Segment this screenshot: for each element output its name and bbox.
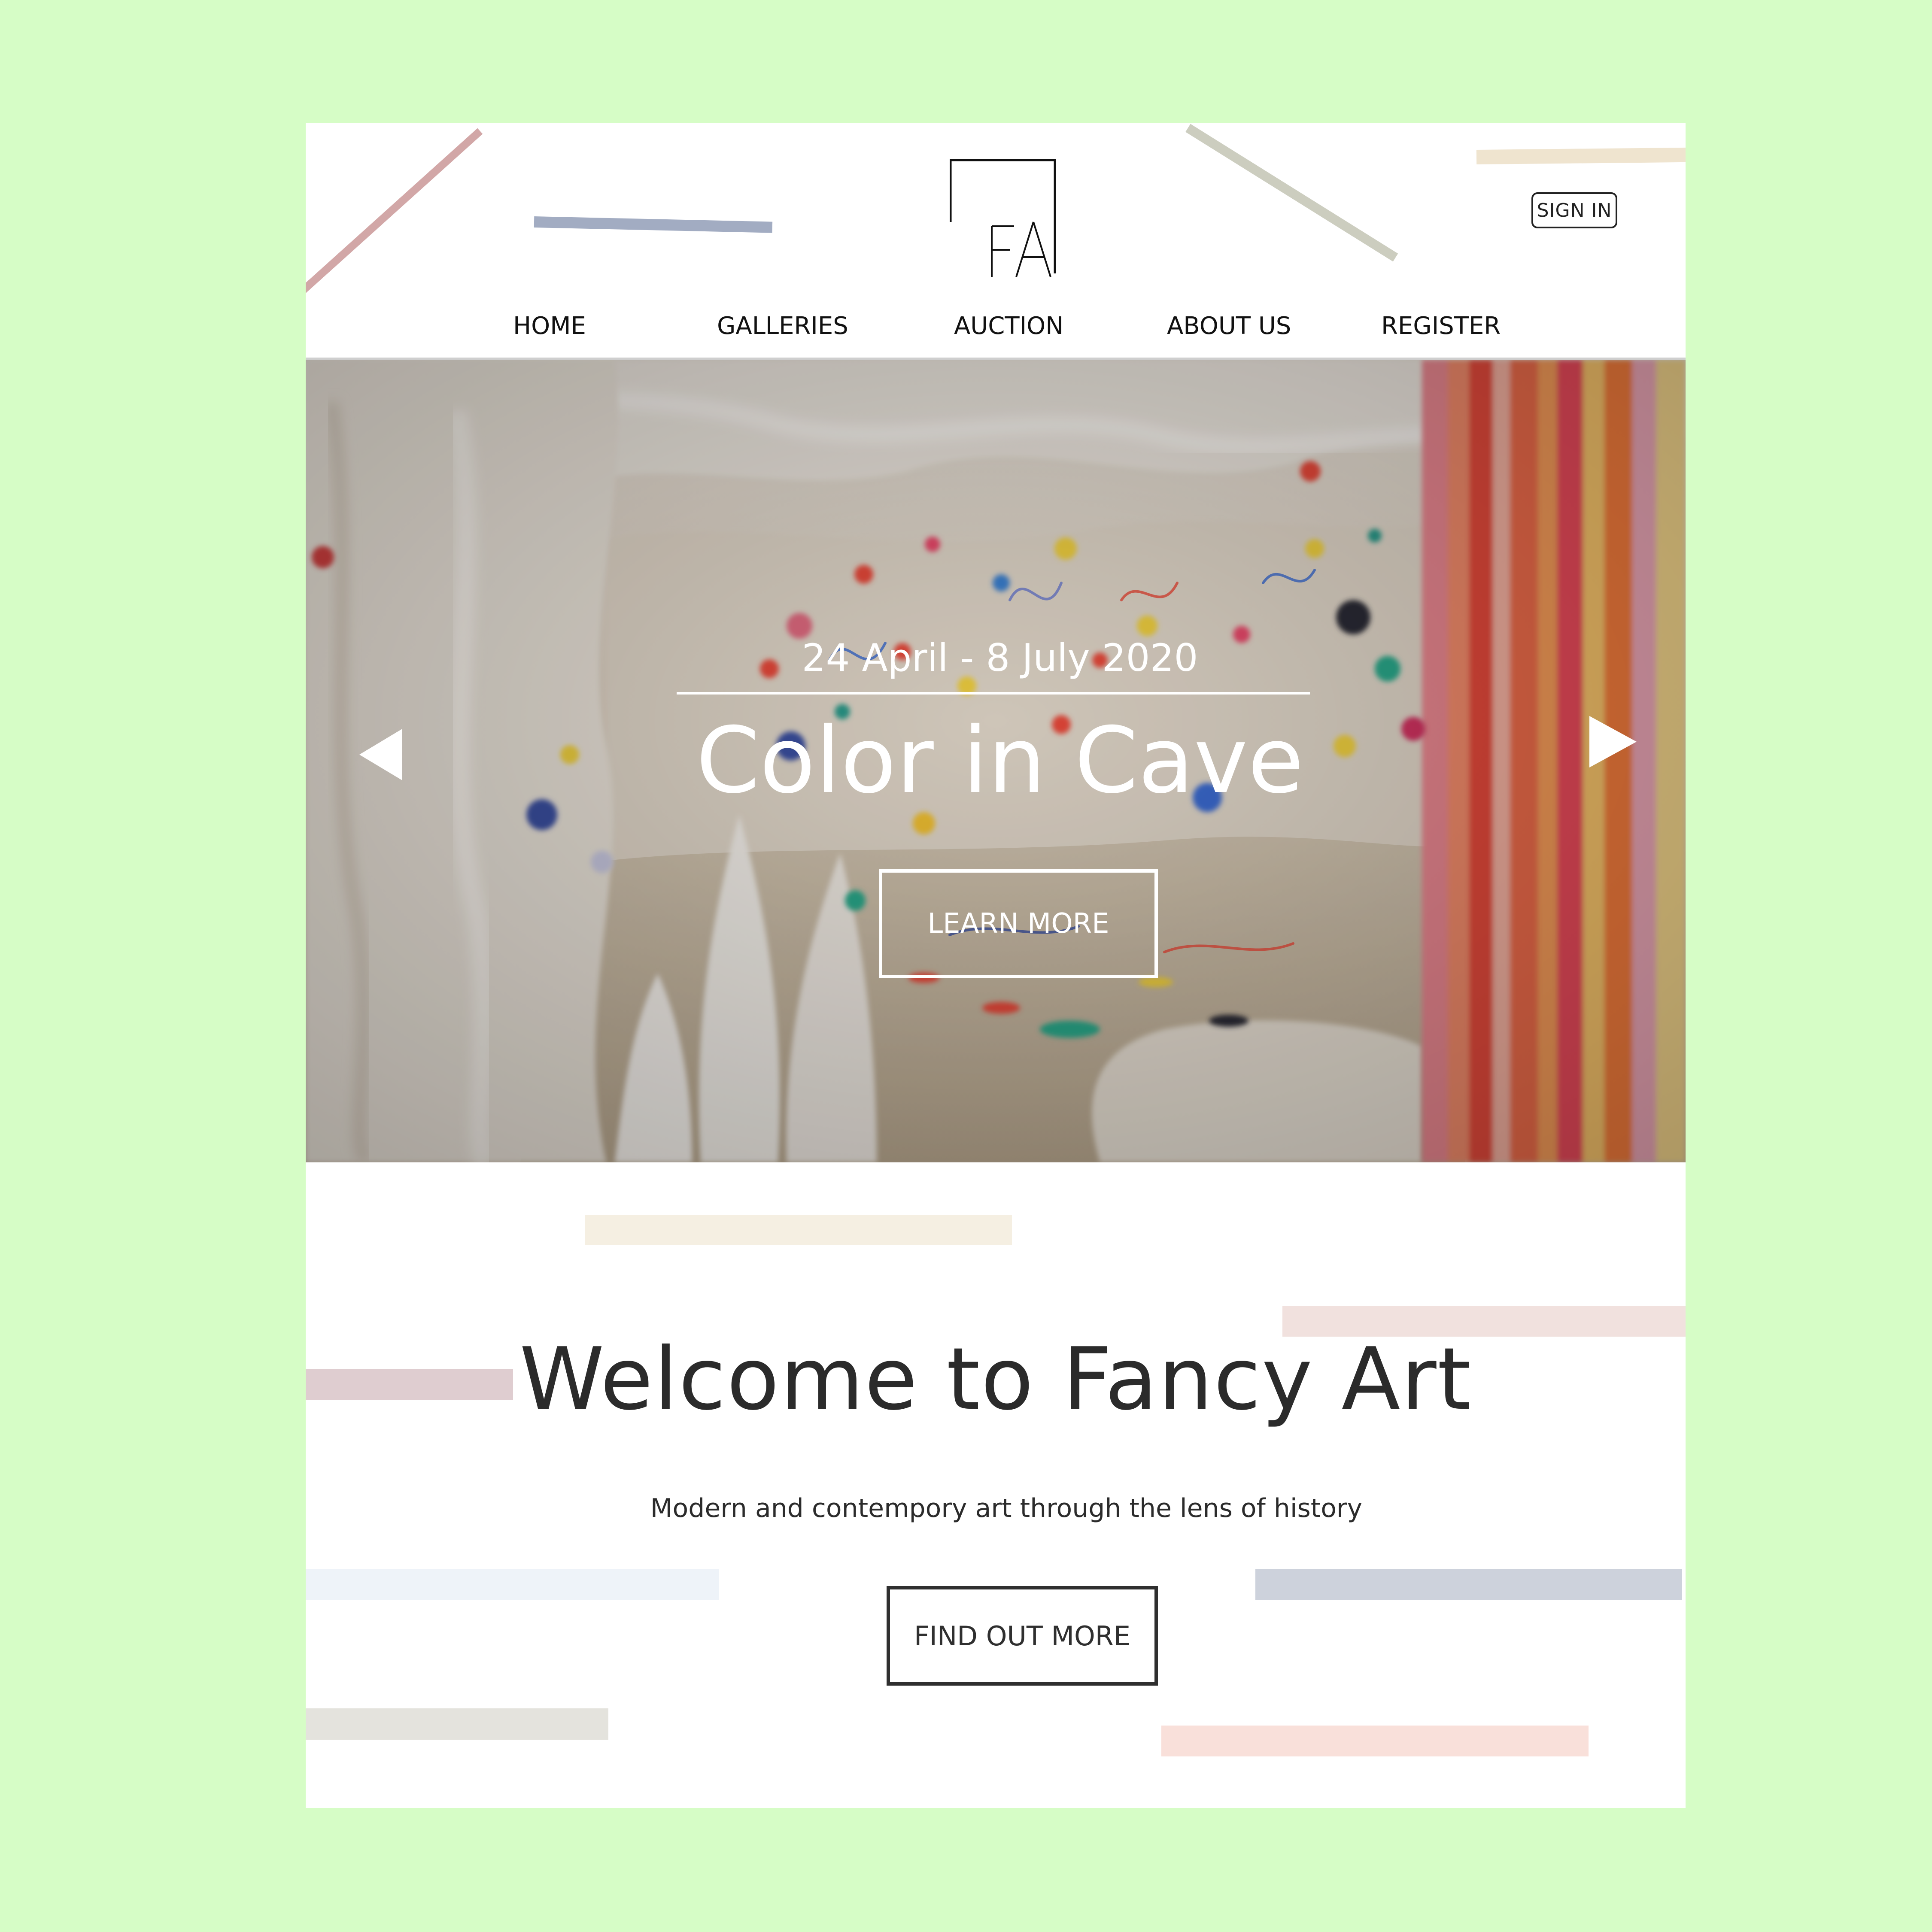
page-card: SIGN IN HOME GALLERIES AUCTION ABOUT US … bbox=[306, 123, 1686, 1808]
decorative-stripe-blue bbox=[534, 216, 773, 233]
nav-item-about-us[interactable]: ABOUT US bbox=[1167, 312, 1291, 346]
caret-right-icon[interactable] bbox=[1589, 716, 1637, 767]
welcome-heading: Welcome to Fancy Art bbox=[519, 1329, 1472, 1429]
welcome-tagline: Modern and contempory art through the le… bbox=[650, 1493, 1363, 1523]
caret-left-icon[interactable] bbox=[359, 729, 407, 780]
decorative-stripe-rose bbox=[306, 128, 483, 295]
nav-item-home[interactable]: HOME bbox=[513, 312, 586, 346]
hero-divider bbox=[677, 692, 1310, 695]
find-out-more-button[interactable]: FIND OUT MORE bbox=[887, 1586, 1158, 1686]
decorative-bar-cream bbox=[585, 1215, 1012, 1245]
nav-item-register[interactable]: REGISTER bbox=[1381, 312, 1501, 346]
decorative-stripe-sand bbox=[1476, 147, 1686, 164]
decorative-bar-stone bbox=[306, 1708, 608, 1740]
exhibition-date: 24 April - 8 July 2020 bbox=[802, 636, 1198, 680]
sign-in-button[interactable]: SIGN IN bbox=[1531, 192, 1617, 228]
learn-more-button[interactable]: LEARN MORE bbox=[879, 869, 1158, 978]
exhibition-title: Color in Cave bbox=[696, 707, 1304, 813]
nav-item-auction[interactable]: AUCTION bbox=[954, 312, 1063, 346]
decorative-bar-slate bbox=[1255, 1569, 1682, 1600]
fa-logo[interactable] bbox=[950, 158, 1061, 282]
nav-item-galleries[interactable]: GALLERIES bbox=[717, 312, 848, 346]
decorative-stripe-sage bbox=[1185, 124, 1398, 262]
decorative-bar-ice bbox=[306, 1569, 719, 1600]
hero-carousel: 24 April - 8 July 2020 Color in Cave LEA… bbox=[306, 360, 1686, 1162]
decorative-bar-peach bbox=[1161, 1726, 1589, 1756]
